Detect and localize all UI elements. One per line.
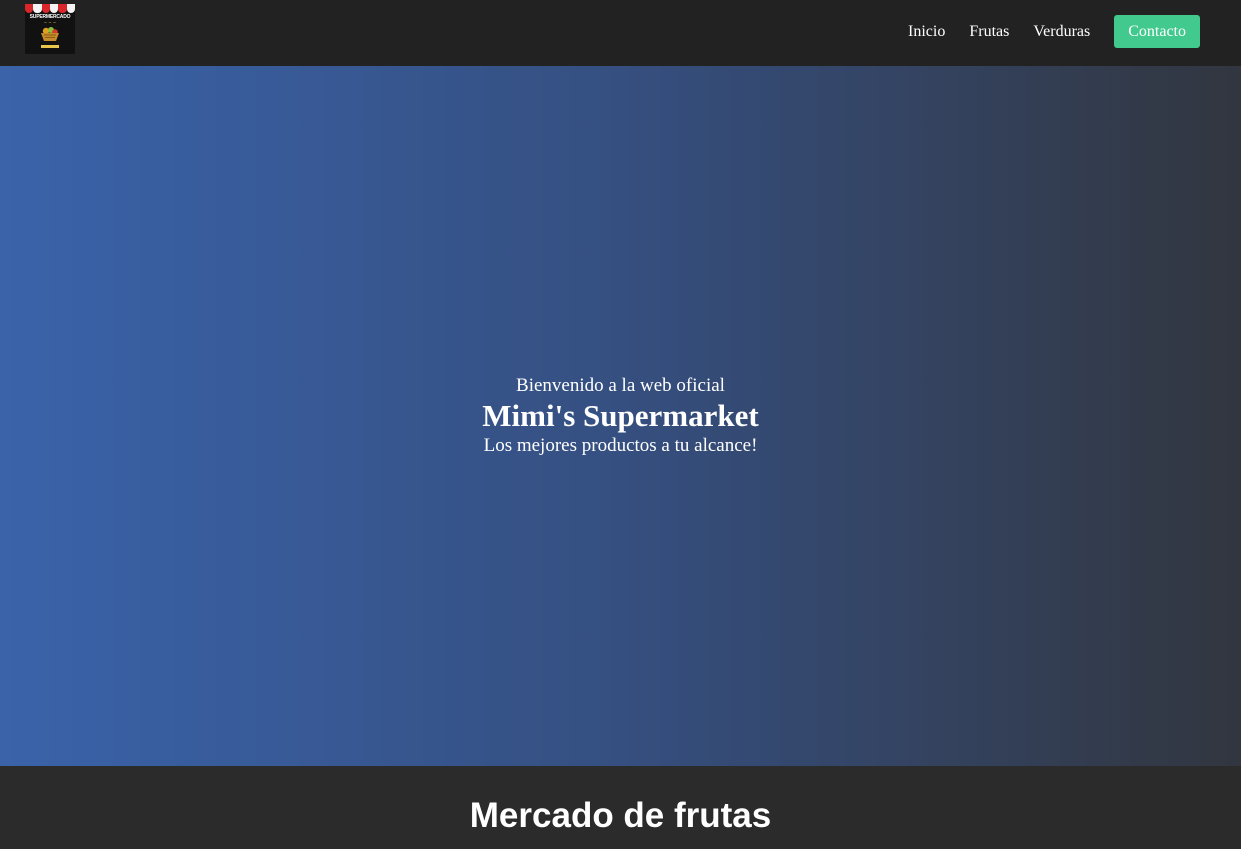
hero-title: Mimi's Supermarket <box>482 398 759 433</box>
logo-script: ~ ~ ~ <box>43 20 57 25</box>
nav-link-inicio[interactable]: Inicio <box>908 23 945 41</box>
hero-banner: Bienvenido a la web oficial Mimi's Super… <box>0 66 1241 766</box>
logo-tag <box>41 45 59 48</box>
nav-link-verduras[interactable]: Verduras <box>1033 23 1090 41</box>
awning-icon <box>25 4 75 13</box>
navbar: SUPERMERCADO ~ ~ ~ Inicio Frutas Verdura… <box>0 0 1241 66</box>
main-nav: Inicio Frutas Verduras Contacto <box>908 15 1200 48</box>
contact-button[interactable]: Contacto <box>1114 15 1200 48</box>
hero-tagline: Los mejores productos a tu alcance! <box>483 435 758 456</box>
logo[interactable]: SUPERMERCADO ~ ~ ~ <box>25 4 75 54</box>
nav-link-frutas[interactable]: Frutas <box>969 23 1009 41</box>
basket-icon <box>41 27 59 41</box>
section-title: Mercado de frutas <box>469 796 772 835</box>
fruit-market-section: Mercado de frutas <box>0 766 1241 849</box>
hero-welcome: Bienvenido a la web oficial <box>516 375 725 396</box>
